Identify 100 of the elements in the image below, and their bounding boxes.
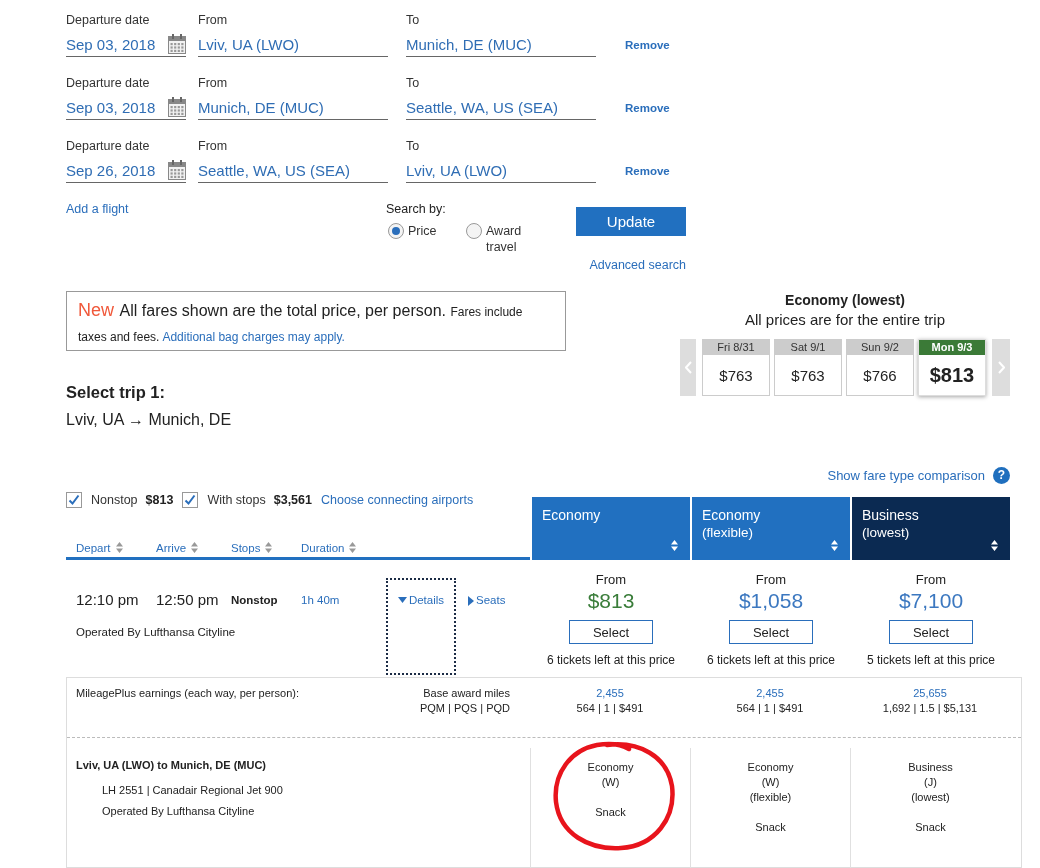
operator-text: Operated By Lufthansa Cityline bbox=[76, 625, 236, 640]
radio-icon[interactable] bbox=[466, 223, 482, 239]
date-price-card[interactable]: Mon 9/3 $813 bbox=[918, 339, 986, 396]
from-label: From bbox=[915, 571, 947, 589]
tickets-left-text: 5 tickets left at this price bbox=[866, 652, 996, 669]
update-button[interactable]: Update bbox=[576, 207, 686, 236]
booking-code: (J) bbox=[924, 775, 937, 790]
remove-link[interactable]: Remove bbox=[625, 94, 670, 122]
radio-option[interactable]: Award travel bbox=[466, 223, 530, 255]
search-by-label: Search by: bbox=[386, 201, 446, 218]
select-button[interactable]: Select bbox=[889, 620, 973, 644]
sort-header[interactable]: Depart bbox=[76, 541, 123, 554]
fare-comparison-link[interactable]: Show fare type comparison bbox=[827, 468, 985, 483]
meal-text: Snack bbox=[595, 805, 626, 820]
remove-link[interactable]: Remove bbox=[625, 31, 670, 59]
award-miles: 2,455 bbox=[756, 686, 784, 701]
select-button[interactable]: Select bbox=[729, 620, 813, 644]
tickets-left-text: 6 tickets left at this price bbox=[546, 652, 676, 669]
date-field[interactable]: Sep 03, 2018 bbox=[66, 92, 186, 120]
award-miles: 2,455 bbox=[596, 686, 624, 701]
filter-checkbox[interactable]: With stops bbox=[182, 492, 266, 508]
sort-icon bbox=[191, 542, 199, 553]
sort-header[interactable]: Arrive bbox=[156, 541, 199, 554]
field-label: To bbox=[406, 75, 420, 92]
field-label: To bbox=[406, 138, 420, 155]
connecting-airports-link[interactable]: Choose connecting airports bbox=[320, 493, 474, 507]
award-miles: 25,655 bbox=[913, 686, 947, 701]
notice-text: New All fares shown are the total price, per person. Fares include taxes and fees. Additional bag charges may apply. bbox=[78, 299, 524, 346]
radio-option[interactable]: Price bbox=[388, 223, 466, 255]
fare-type: (flexible) bbox=[749, 790, 792, 805]
meal-text: Snack bbox=[915, 820, 946, 835]
fare-column-header[interactable]: Economy bbox=[532, 497, 690, 560]
fare-price: $1,058 bbox=[738, 589, 804, 613]
date-field[interactable]: Sep 26, 2018 bbox=[66, 155, 186, 183]
award-miles-label: Base award miles bbox=[423, 686, 510, 701]
qualifying-label: PQM | PQS | PQD bbox=[419, 701, 510, 716]
trip-route: Lviv, UA → Munich, DE bbox=[66, 410, 232, 430]
earnings-label: MileagePlus earnings (each way, per person): bbox=[76, 686, 299, 701]
qualifying-values: 1,692 | 1.5 | $5,131 bbox=[882, 701, 978, 716]
field-label: To bbox=[406, 12, 420, 29]
from-label: From bbox=[595, 571, 627, 589]
radio-icon[interactable] bbox=[388, 223, 404, 239]
fare-price: $7,100 bbox=[898, 589, 964, 613]
bag-charges-link[interactable]: Additional bag charges may apply. bbox=[162, 330, 345, 344]
calendar-icon[interactable] bbox=[168, 160, 186, 180]
chevron-right-icon bbox=[997, 361, 1005, 374]
stops-text: Nonstop bbox=[231, 593, 278, 608]
flight-info: LH 2551 | Canadair Regional Jet 900 bbox=[102, 783, 283, 798]
field-label: Departure date bbox=[66, 12, 150, 29]
trip-heading: Select trip 1: bbox=[66, 382, 166, 403]
sort-header[interactable]: Duration bbox=[301, 541, 357, 554]
filter-checkbox[interactable]: Nonstop bbox=[66, 492, 138, 508]
filter-price: $3,561 bbox=[273, 493, 312, 507]
date-price-card[interactable]: Fri 8/31 $763 bbox=[702, 339, 770, 396]
booking-code: (W) bbox=[601, 775, 620, 790]
date-price-card[interactable]: Sat 9/1 $763 bbox=[774, 339, 842, 396]
operator-text: Operated By Lufthansa Cityline bbox=[102, 804, 255, 819]
sort-icon bbox=[349, 542, 357, 553]
field-label: From bbox=[198, 138, 228, 155]
calendar-icon[interactable] bbox=[168, 97, 186, 117]
qualifying-values: 564 | 1 | $491 bbox=[576, 701, 644, 716]
sort-icon bbox=[115, 542, 123, 553]
calendar-title: Economy (lowest) bbox=[785, 291, 905, 310]
destination-field[interactable]: Lviv, UA (LWO) bbox=[406, 155, 596, 183]
date-price-card[interactable]: Sun 9/2 $766 bbox=[846, 339, 914, 396]
remove-link[interactable]: Remove bbox=[625, 157, 670, 185]
departure-time: 12:10 pm bbox=[76, 590, 139, 610]
add-flight-link[interactable]: Add a flight bbox=[66, 199, 129, 219]
meal-text: Snack bbox=[755, 820, 786, 835]
checkbox-icon[interactable] bbox=[66, 492, 82, 508]
cabin-class: Business bbox=[908, 760, 953, 775]
origin-field[interactable]: Seattle, WA, US (SEA) bbox=[198, 155, 388, 183]
origin-field[interactable]: Munich, DE (MUC) bbox=[198, 92, 388, 120]
select-button[interactable]: Select bbox=[569, 620, 653, 644]
field-label: From bbox=[198, 75, 228, 92]
details-toggle[interactable]: Details bbox=[386, 578, 456, 675]
tickets-left-text: 6 tickets left at this price bbox=[706, 652, 836, 669]
help-button[interactable]: ? bbox=[993, 467, 1010, 484]
destination-field[interactable]: Munich, DE (MUC) bbox=[406, 29, 596, 57]
qualifying-values: 564 | 1 | $491 bbox=[736, 701, 804, 716]
fare-column-header[interactable]: Business (lowest) bbox=[852, 497, 1010, 560]
segment-route: Lviv, UA (LWO) to Munich, DE (MUC) bbox=[76, 758, 267, 773]
sort-header[interactable]: Stops bbox=[231, 541, 273, 554]
checkbox-icon[interactable] bbox=[182, 492, 199, 508]
calendar-subtitle: All prices are for the entire trip bbox=[744, 310, 946, 330]
sort-icon bbox=[671, 540, 678, 551]
destination-field[interactable]: Seattle, WA, US (SEA) bbox=[406, 92, 596, 120]
seats-toggle[interactable]: Seats bbox=[466, 578, 508, 611]
origin-field[interactable]: Lviv, UA (LWO) bbox=[198, 29, 388, 57]
fare-type: (lowest) bbox=[911, 790, 950, 805]
date-field[interactable]: Sep 03, 2018 bbox=[66, 29, 186, 57]
filter-price: $813 bbox=[145, 493, 174, 507]
advanced-search-link[interactable]: Advanced search bbox=[589, 257, 686, 273]
calendar-icon[interactable] bbox=[168, 34, 186, 54]
arrival-time: 12:50 pm bbox=[156, 590, 219, 610]
fare-column-header[interactable]: Economy (flexible) bbox=[692, 497, 850, 560]
sort-icon bbox=[991, 540, 998, 551]
duration-text: 1h 40m bbox=[301, 593, 340, 608]
sort-icon bbox=[265, 542, 273, 553]
field-label: Departure date bbox=[66, 75, 150, 92]
